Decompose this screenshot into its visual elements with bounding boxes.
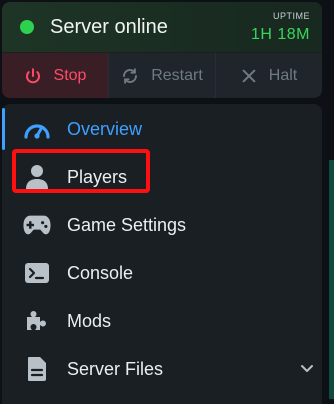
sidebar-item-label: Game Settings — [67, 214, 187, 235]
halt-label: Halt — [268, 66, 298, 84]
person-icon — [23, 163, 51, 191]
uptime-value: 1H 18M — [250, 26, 310, 43]
close-icon — [242, 69, 256, 82]
sidebar-item-label: Mods — [67, 310, 112, 331]
restart-icon — [123, 67, 138, 84]
stop-button[interactable]: Stop — [2, 52, 108, 98]
sidebar-item-label: Overview — [67, 118, 143, 139]
sidebar-item-label: Server Files — [67, 358, 164, 379]
power-icon — [25, 67, 40, 83]
uptime-label: UPTIME — [272, 11, 310, 21]
sidebar-item-players[interactable]: Players — [2, 154, 322, 200]
file-icon — [23, 355, 51, 383]
sidebar-item-server-files[interactable]: Server Files — [2, 346, 322, 392]
chevron-down-icon[interactable] — [300, 364, 314, 374]
sidebar-item-console[interactable]: Console — [2, 250, 322, 296]
stop-label: Stop — [53, 66, 87, 84]
right-edge-accent — [329, 160, 334, 399]
restart-label: Restart — [151, 66, 203, 84]
sidebar-item-label: Players — [67, 166, 128, 187]
status-dot — [20, 20, 34, 34]
terminal-icon — [23, 259, 51, 287]
sidebar-item-mods[interactable]: Mods — [2, 298, 322, 344]
sidebar-item-label: Console — [67, 262, 134, 283]
gauge-icon — [23, 115, 51, 143]
sidebar-item-game-settings[interactable]: Game Settings — [2, 202, 322, 248]
status-bar: Server online UPTIME 1H 18M — [2, 2, 322, 52]
sidebar-item-overview[interactable]: Overview — [2, 106, 322, 152]
uptime: UPTIME 1H 18M — [251, 11, 310, 44]
server-status-panel: Server online UPTIME 1H 18M Stop Restart… — [2, 2, 322, 98]
puzzle-icon — [23, 307, 51, 335]
restart-button[interactable]: Restart — [108, 52, 215, 98]
server-status-text: Server online — [50, 15, 168, 38]
halt-button[interactable]: Halt — [215, 52, 322, 98]
sidebar-nav: Overview Players Game Settings Console M… — [2, 104, 322, 404]
gamepad-icon — [23, 211, 51, 239]
server-controls: Stop Restart Halt — [2, 52, 322, 98]
